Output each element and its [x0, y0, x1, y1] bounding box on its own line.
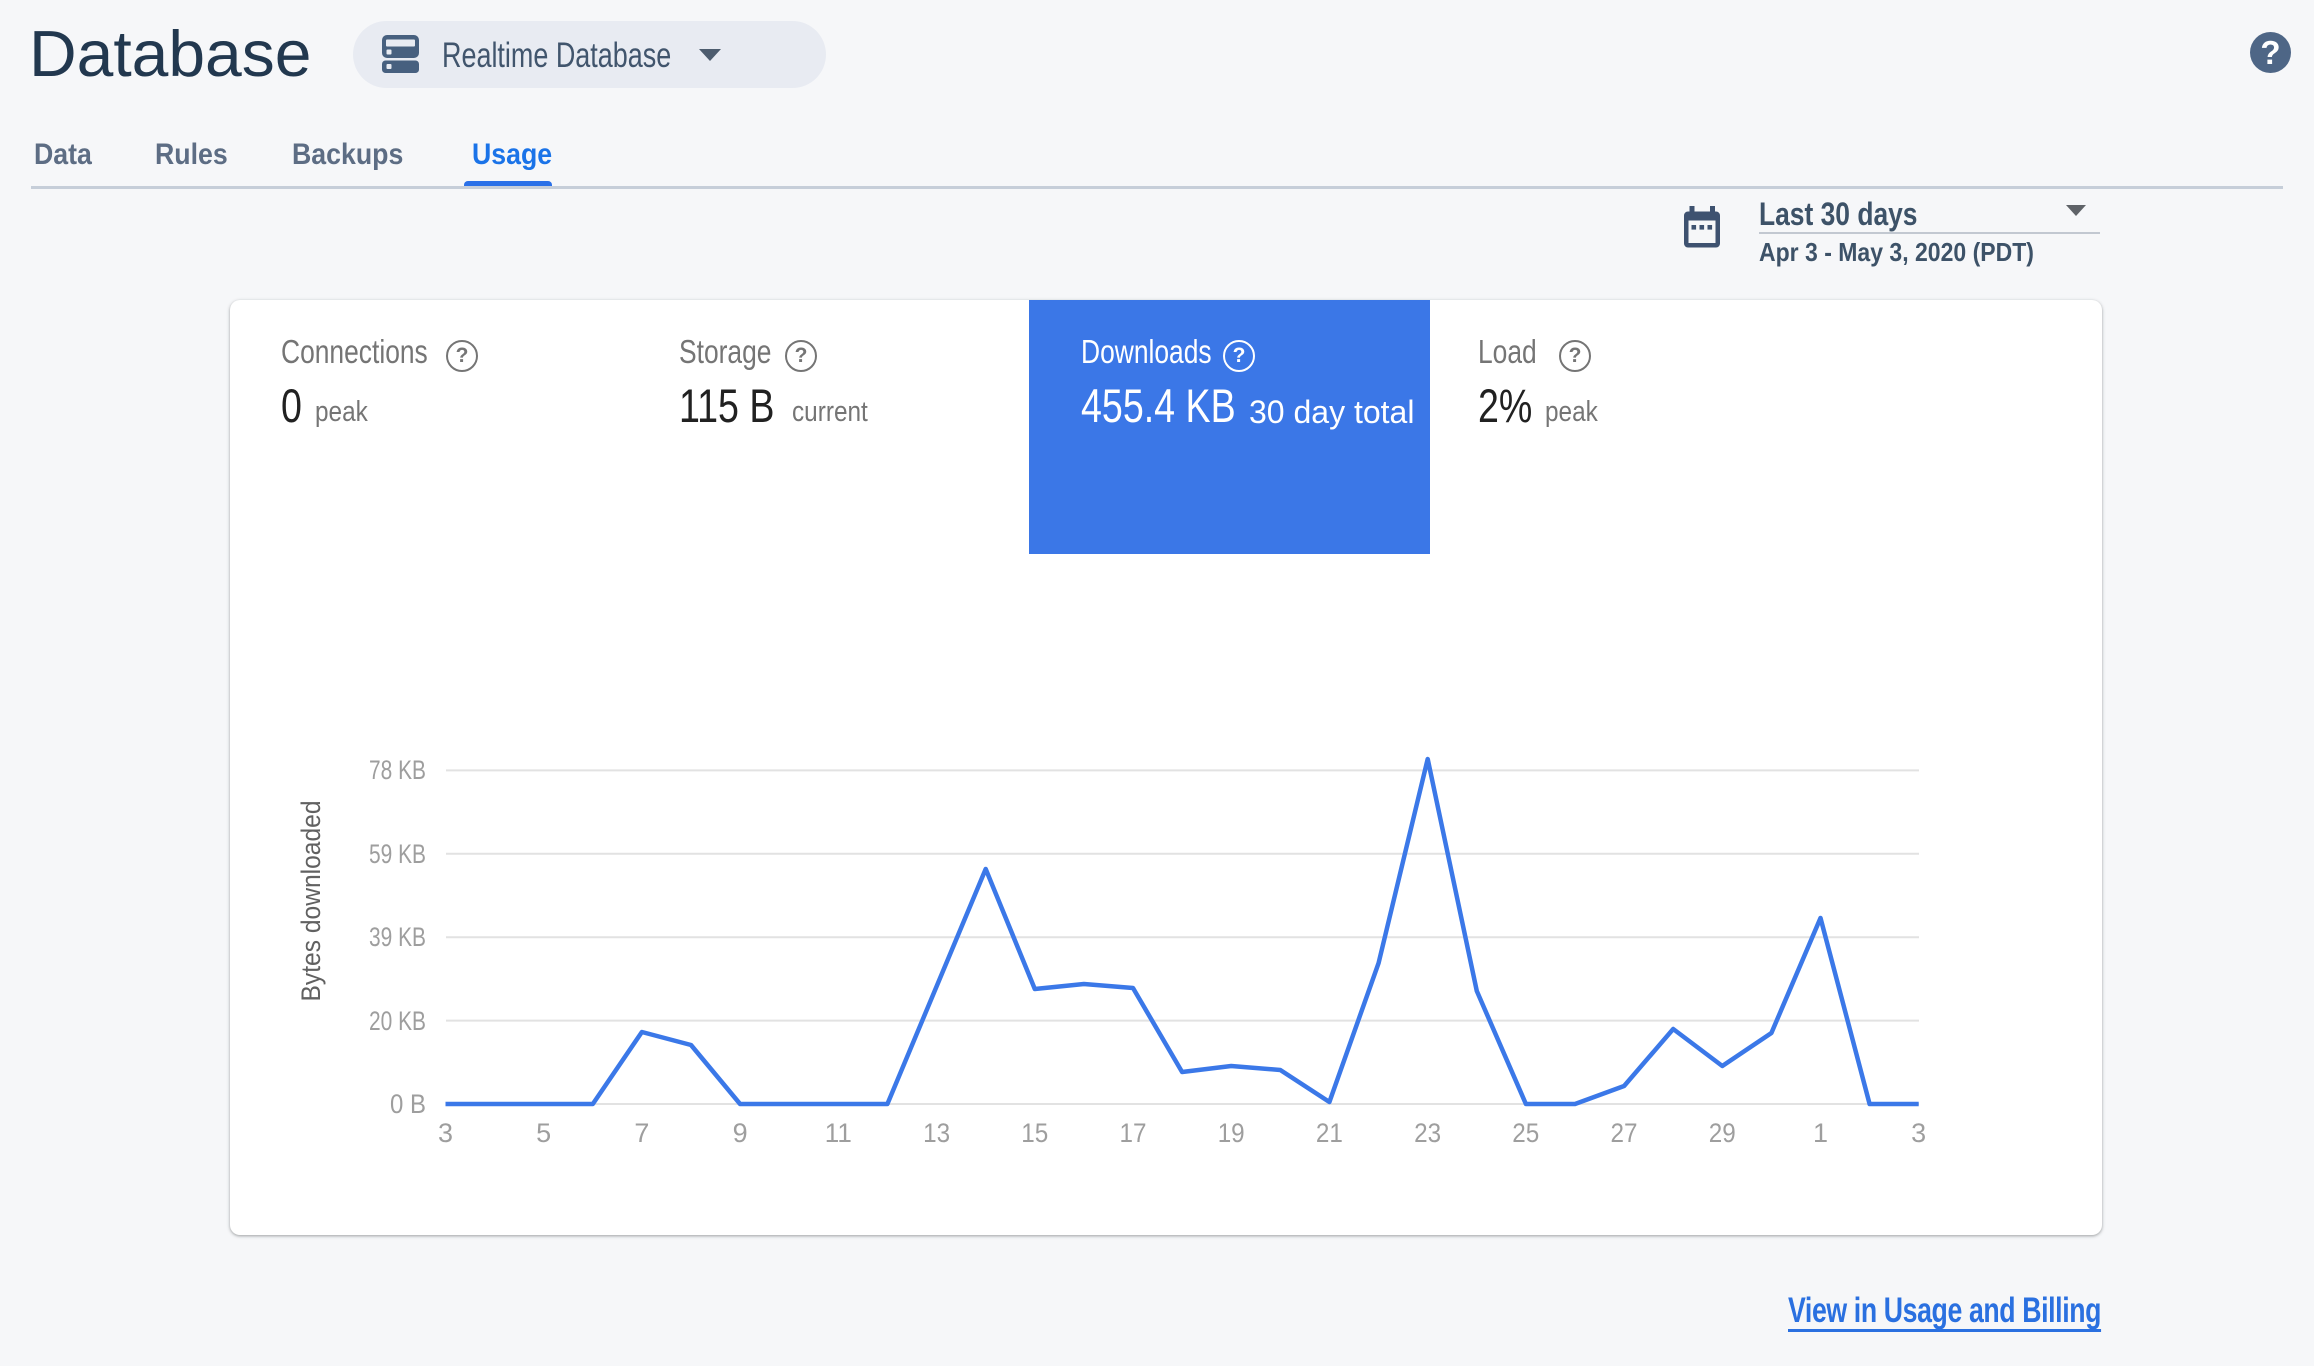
- svg-text:29: 29: [1709, 1118, 1736, 1148]
- svg-text:3: 3: [1911, 1118, 1926, 1148]
- svg-text:13: 13: [923, 1118, 950, 1148]
- svg-text:20 KB: 20 KB: [369, 1006, 426, 1036]
- svg-text:1: 1: [1813, 1118, 1828, 1148]
- svg-text:11: 11: [825, 1118, 852, 1148]
- svg-text:19: 19: [1218, 1118, 1245, 1148]
- svg-text:78 KB: 78 KB: [369, 755, 426, 785]
- svg-text:21: 21: [1316, 1118, 1343, 1148]
- svg-text:7: 7: [634, 1118, 649, 1148]
- svg-text:23: 23: [1414, 1118, 1441, 1148]
- svg-text:3: 3: [438, 1118, 453, 1148]
- svg-text:39 KB: 39 KB: [369, 922, 426, 952]
- svg-text:59 KB: 59 KB: [369, 839, 426, 869]
- svg-text:17: 17: [1120, 1118, 1147, 1148]
- svg-text:27: 27: [1611, 1118, 1638, 1148]
- svg-text:9: 9: [733, 1118, 748, 1148]
- svg-text:25: 25: [1512, 1118, 1539, 1148]
- svg-text:Bytes downloaded: Bytes downloaded: [296, 801, 326, 1002]
- svg-text:15: 15: [1021, 1118, 1048, 1148]
- svg-text:0 B: 0 B: [390, 1089, 426, 1119]
- svg-text:5: 5: [536, 1118, 551, 1148]
